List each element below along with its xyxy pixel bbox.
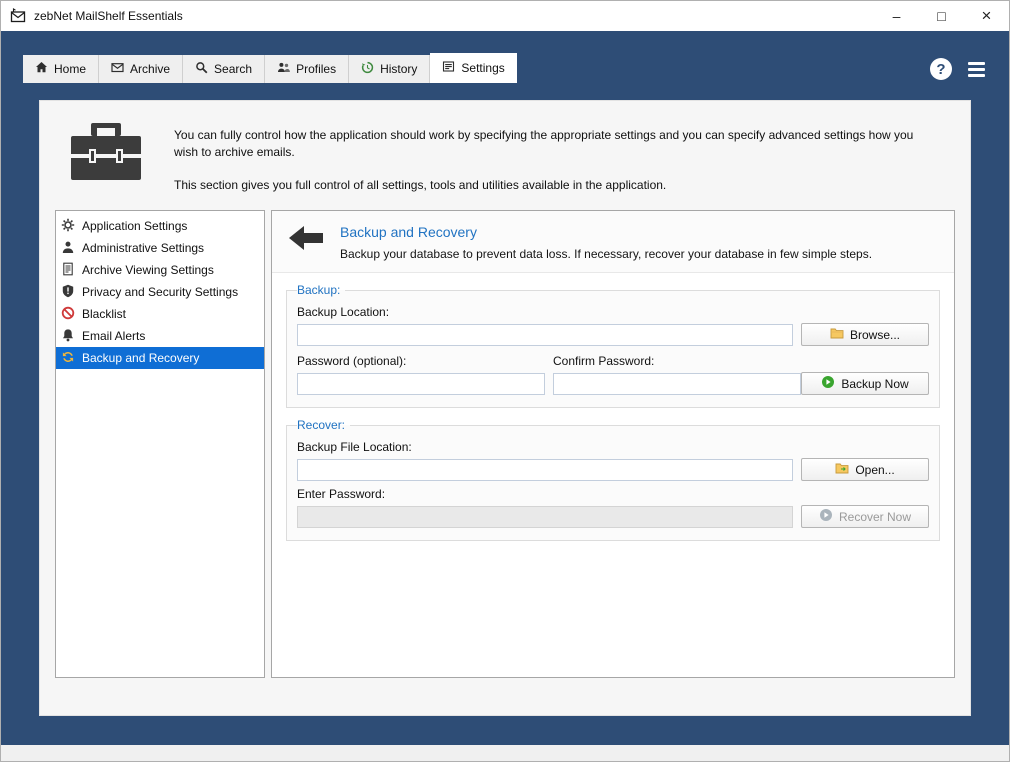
profiles-icon <box>277 61 290 77</box>
intro-text: You can fully control how the applicatio… <box>174 121 940 194</box>
window-controls: – □ × <box>874 1 1009 31</box>
backup-group: Backup: Backup Location: Browse... Passw… <box>286 283 940 409</box>
backup-file-location-label: Backup File Location: <box>297 440 412 455</box>
password-label: Password (optional): <box>297 354 407 369</box>
backup-location-label: Backup Location: <box>297 305 390 320</box>
maximize-button[interactable]: □ <box>919 1 964 31</box>
document-icon <box>61 262 75 279</box>
sidebar-item-privacy-and-security-settings[interactable]: Privacy and Security Settings <box>56 281 264 303</box>
main-chrome: Home Archive Search Profiles History Set… <box>1 31 1009 745</box>
enter-password-label: Enter Password: <box>297 487 386 502</box>
backup-refresh-icon <box>61 350 75 367</box>
sidebar-item-label: Email Alerts <box>82 329 146 344</box>
enter-password-input[interactable] <box>297 505 793 528</box>
backup-location-input[interactable] <box>297 323 793 346</box>
browse-button[interactable]: Browse... <box>801 323 929 347</box>
recover-group: Recover: Backup File Location: Open... E… <box>286 418 940 542</box>
tab-bar: Home Archive Search Profiles History Set… <box>23 53 985 83</box>
header-actions: ? <box>930 58 985 83</box>
sidebar-item-label: Backup and Recovery <box>82 351 200 366</box>
browse-button-label: Browse... <box>849 327 900 342</box>
tab-label: Home <box>54 62 87 76</box>
intro-section: You can fully control how the applicatio… <box>40 101 970 194</box>
tab-archive[interactable]: Archive <box>99 55 184 83</box>
window-bottom-strip <box>1 745 1009 761</box>
play-circle-icon <box>821 375 835 392</box>
back-arrow-icon <box>288 224 324 261</box>
recover-now-button[interactable]: Recover Now <box>801 505 929 529</box>
sidebar-item-label: Application Settings <box>82 219 188 234</box>
sidebar-item-label: Administrative Settings <box>82 241 205 256</box>
tab-search[interactable]: Search <box>183 55 266 83</box>
open-button[interactable]: Open... <box>801 458 929 482</box>
panel-header: Backup and Recovery Backup your database… <box>272 211 954 274</box>
folder-icon <box>830 327 844 342</box>
menu-icon[interactable] <box>968 61 985 77</box>
tab-label: Profiles <box>296 62 337 76</box>
sidebar-item-backup-and-recovery[interactable]: Backup and Recovery <box>56 347 264 370</box>
tab-label: History <box>380 62 418 76</box>
sidebar-item-label: Privacy and Security Settings <box>82 285 239 300</box>
prohibition-icon <box>61 306 75 323</box>
window-title: zebNet MailShelf Essentials <box>34 9 183 23</box>
minimize-button[interactable]: – <box>874 1 919 31</box>
backup-now-button[interactable]: Backup Now <box>801 372 929 396</box>
admin-user-icon <box>61 240 75 257</box>
sidebar-item-administrative-settings[interactable]: Administrative Settings <box>56 237 264 259</box>
tab-label: Settings <box>461 61 505 75</box>
gear-icon <box>61 218 75 235</box>
backup-group-legend: Backup: <box>297 283 341 298</box>
app-window: zebNet MailShelf Essentials – □ × Home A… <box>0 0 1010 762</box>
recover-now-button-label: Recover Now <box>838 509 912 524</box>
tab-profiles[interactable]: Profiles <box>265 55 350 83</box>
confirm-password-input[interactable] <box>553 372 801 395</box>
titlebar: zebNet MailShelf Essentials – □ × <box>1 1 1009 31</box>
backup-recovery-panel: Backup and Recovery Backup your database… <box>271 210 955 679</box>
app-icon <box>10 8 26 24</box>
tab-label: Search <box>214 62 253 76</box>
help-button[interactable]: ? <box>930 58 952 80</box>
confirm-password-label: Confirm Password: <box>553 354 655 369</box>
sidebar-item-archive-viewing-settings[interactable]: Archive Viewing Settings <box>56 259 264 281</box>
sidebar-item-application-settings[interactable]: Application Settings <box>56 215 264 237</box>
close-button[interactable]: × <box>964 1 1009 31</box>
open-button-label: Open... <box>855 462 895 477</box>
bell-icon <box>61 328 75 345</box>
recover-group-legend: Recover: <box>297 418 346 433</box>
tab-home[interactable]: Home <box>23 55 100 83</box>
tab-settings[interactable]: Settings <box>430 53 517 83</box>
password-input[interactable] <box>297 372 545 395</box>
history-icon <box>361 61 374 77</box>
open-folder-icon <box>835 462 849 477</box>
intro-paragraph-2: This section gives you full control of a… <box>174 177 667 192</box>
settings-card: You can fully control how the applicatio… <box>39 100 971 716</box>
toolbox-icon <box>66 121 146 194</box>
tab-label: Archive <box>130 62 171 76</box>
intro-paragraph-1: You can fully control how the applicatio… <box>174 128 914 160</box>
sidebar-item-label: Blacklist <box>82 307 127 322</box>
play-circle-disabled-icon <box>819 508 833 525</box>
sidebar-item-blacklist[interactable]: Blacklist <box>56 303 264 325</box>
panel-subtitle: Backup your database to prevent data los… <box>340 247 873 262</box>
tab-history[interactable]: History <box>349 55 431 83</box>
envelope-icon <box>111 61 124 77</box>
settings-nav: Application Settings Administrative Sett… <box>55 210 265 679</box>
shield-icon <box>61 284 75 301</box>
backup-now-button-label: Backup Now <box>841 376 909 391</box>
home-icon <box>35 61 48 77</box>
panel-title: Backup and Recovery <box>340 224 477 241</box>
settings-icon <box>442 60 455 76</box>
backup-file-location-input[interactable] <box>297 458 793 481</box>
sidebar-item-email-alerts[interactable]: Email Alerts <box>56 325 264 347</box>
search-icon <box>195 61 208 77</box>
sidebar-item-label: Archive Viewing Settings <box>82 263 214 278</box>
